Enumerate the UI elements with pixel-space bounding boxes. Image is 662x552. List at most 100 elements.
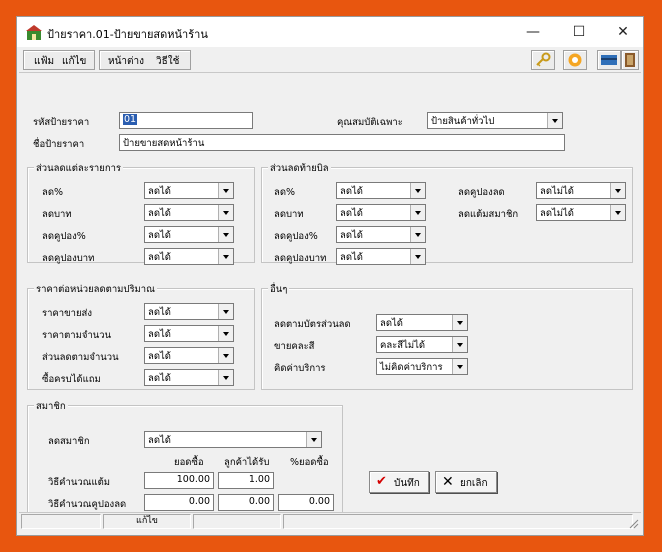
select-value: ลดได้	[340, 230, 363, 241]
menu-file[interactable]: แฟ้ม	[34, 54, 54, 69]
other-group: อื่นๆ ลดตามบัตรส่วนลด ลดได้ ขายคละสี คละ…	[261, 282, 633, 390]
status-panel-blank	[21, 514, 101, 529]
member-discount-label: ลดสมาชิก	[48, 436, 90, 447]
chevron-down-icon[interactable]	[218, 326, 233, 341]
property-value: ป้ายสินค้าทั่วไป	[431, 116, 495, 127]
app-icon	[26, 25, 42, 40]
item-discount-row-label: ลดบาท	[42, 209, 72, 220]
qty-price-row-label: ส่วนลดตามจำนวน	[42, 352, 119, 363]
chevron-down-icon[interactable]	[218, 183, 233, 198]
coupon-buy-input[interactable]: 0.00	[144, 494, 214, 511]
save-button[interactable]: ✔ บันทึก	[369, 471, 429, 493]
menu-group-window: หน้าต่าง วิธีใช้	[99, 50, 191, 70]
close-button[interactable]: ✕	[601, 17, 645, 47]
chevron-down-icon[interactable]	[306, 432, 321, 447]
cancel-button[interactable]: ✕ ยกเลิก	[435, 471, 497, 493]
bill-discount-group: ส่วนลดท้ายบิล ลด% ลดได้ ลดบาท ลดได้ ลดคู…	[261, 161, 633, 265]
member-group: สมาชิก ลดสมาชิก ลดได้ ยอดซื้อ ลูกค้าได้ร…	[27, 399, 343, 521]
qty-price-select[interactable]: ลดได้	[144, 325, 234, 342]
close-icon: ✕	[442, 474, 454, 490]
checkmark-icon: ✔	[376, 474, 387, 489]
code-input[interactable]: 01	[119, 112, 253, 129]
property-select[interactable]: ป้ายสินค้าทั่วไป	[427, 112, 563, 129]
chevron-down-icon[interactable]	[218, 348, 233, 363]
member-points-discount-select[interactable]: ลดไม่ได้	[536, 204, 626, 221]
status-panel-blank	[193, 514, 281, 529]
item-discount-select[interactable]: ลดได้	[144, 182, 234, 199]
chevron-down-icon[interactable]	[610, 205, 625, 220]
chevron-down-icon[interactable]	[452, 359, 467, 374]
cancel-button-label: ยกเลิก	[460, 478, 488, 489]
chevron-down-icon[interactable]	[410, 249, 425, 264]
coupon-discount-select[interactable]: ลดไม่ได้	[536, 182, 626, 199]
coupon-method-label: วิธีคำนวณคูปองลด	[48, 499, 127, 510]
col-buy-header: ยอดซื้อ	[174, 457, 204, 468]
coupon-discount-label: ลดคูปองลด	[458, 187, 505, 198]
chevron-down-icon[interactable]	[410, 227, 425, 242]
status-panel-blank	[283, 514, 633, 529]
select-value: ลดได้	[380, 318, 403, 329]
toolbar-exit-button[interactable]	[621, 50, 639, 70]
other-select[interactable]: ไม่คิดค่าบริการ	[376, 358, 468, 375]
member-discount-select[interactable]: ลดได้	[144, 431, 322, 448]
select-value: ลดได้	[340, 186, 363, 197]
key-icon	[536, 52, 551, 67]
other-row-label: คิดค่าบริการ	[274, 363, 326, 374]
chevron-down-icon[interactable]	[410, 205, 425, 220]
menu-group-main: แฟ้ม แก้ไข	[23, 50, 95, 70]
menu-window[interactable]: หน้าต่าง	[108, 54, 144, 69]
select-value: ลดได้	[148, 230, 171, 241]
qty-price-select[interactable]: ลดได้	[144, 369, 234, 386]
toolbar-help-button[interactable]	[563, 50, 587, 70]
chevron-down-icon[interactable]	[410, 183, 425, 198]
points-method-label: วิธีคำนวณแต้ม	[48, 477, 111, 488]
toolbar-key-button[interactable]	[531, 50, 555, 70]
other-select[interactable]: คละสีไม่ได้	[376, 336, 468, 353]
qty-price-select[interactable]: ลดได้	[144, 347, 234, 364]
select-value: คละสีไม่ได้	[380, 340, 426, 351]
select-value: ลดได้	[148, 208, 171, 219]
item-discount-row-label: ลดคูปองบาท	[42, 253, 95, 264]
lifebuoy-icon	[568, 53, 582, 67]
select-value: ลดได้	[340, 208, 363, 219]
minimize-button[interactable]: —	[511, 17, 555, 47]
title-bar: ป้ายราคา.01-ป้ายขายสดหน้าร้าน — ☐ ✕	[17, 17, 643, 47]
toolbar-card-button[interactable]	[597, 50, 621, 70]
chevron-down-icon[interactable]	[218, 227, 233, 242]
chevron-down-icon[interactable]	[218, 304, 233, 319]
select-value: ลดได้	[148, 373, 171, 384]
bill-discount-select[interactable]: ลดได้	[336, 204, 426, 221]
code-value: 01	[123, 114, 138, 125]
item-discount-select[interactable]: ลดได้	[144, 248, 234, 265]
bill-discount-row-label: ลดคูปอง%	[274, 231, 318, 242]
points-buy-input[interactable]: 100.00	[144, 472, 214, 489]
maximize-button[interactable]: ☐	[557, 17, 601, 47]
resize-grip-icon[interactable]	[627, 517, 639, 529]
col-pct-header: %ยอดซื้อ	[290, 457, 329, 468]
chevron-down-icon[interactable]	[452, 337, 467, 352]
name-input[interactable]: ป้ายขายสดหน้าร้าน	[119, 134, 565, 151]
coupon-pct-input[interactable]: 0.00	[278, 494, 334, 511]
coupon-get-input[interactable]: 0.00	[218, 494, 274, 511]
select-value: ลดไม่ได้	[540, 186, 574, 197]
name-label: ชื่อป้ายราคา	[33, 139, 85, 150]
item-discount-select[interactable]: ลดได้	[144, 226, 234, 243]
bill-discount-title: ส่วนลดท้ายบิล	[268, 161, 331, 176]
bill-discount-select[interactable]: ลดได้	[336, 248, 426, 265]
bill-discount-select[interactable]: ลดได้	[336, 226, 426, 243]
chevron-down-icon[interactable]	[452, 315, 467, 330]
bill-discount-select[interactable]: ลดได้	[336, 182, 426, 199]
chevron-down-icon[interactable]	[218, 370, 233, 385]
points-get-input[interactable]: 1.00	[218, 472, 274, 489]
bill-discount-row-label: ลด%	[274, 187, 296, 198]
qty-price-select[interactable]: ลดได้	[144, 303, 234, 320]
item-discount-select[interactable]: ลดได้	[144, 204, 234, 221]
menu-edit[interactable]: แก้ไข	[62, 54, 86, 69]
chevron-down-icon[interactable]	[547, 113, 562, 128]
chevron-down-icon[interactable]	[218, 249, 233, 264]
chevron-down-icon[interactable]	[610, 183, 625, 198]
item-discount-title: ส่วนลดแต่ละรายการ	[34, 161, 124, 176]
chevron-down-icon[interactable]	[218, 205, 233, 220]
menu-help[interactable]: วิธีใช้	[156, 54, 179, 69]
other-select[interactable]: ลดได้	[376, 314, 468, 331]
